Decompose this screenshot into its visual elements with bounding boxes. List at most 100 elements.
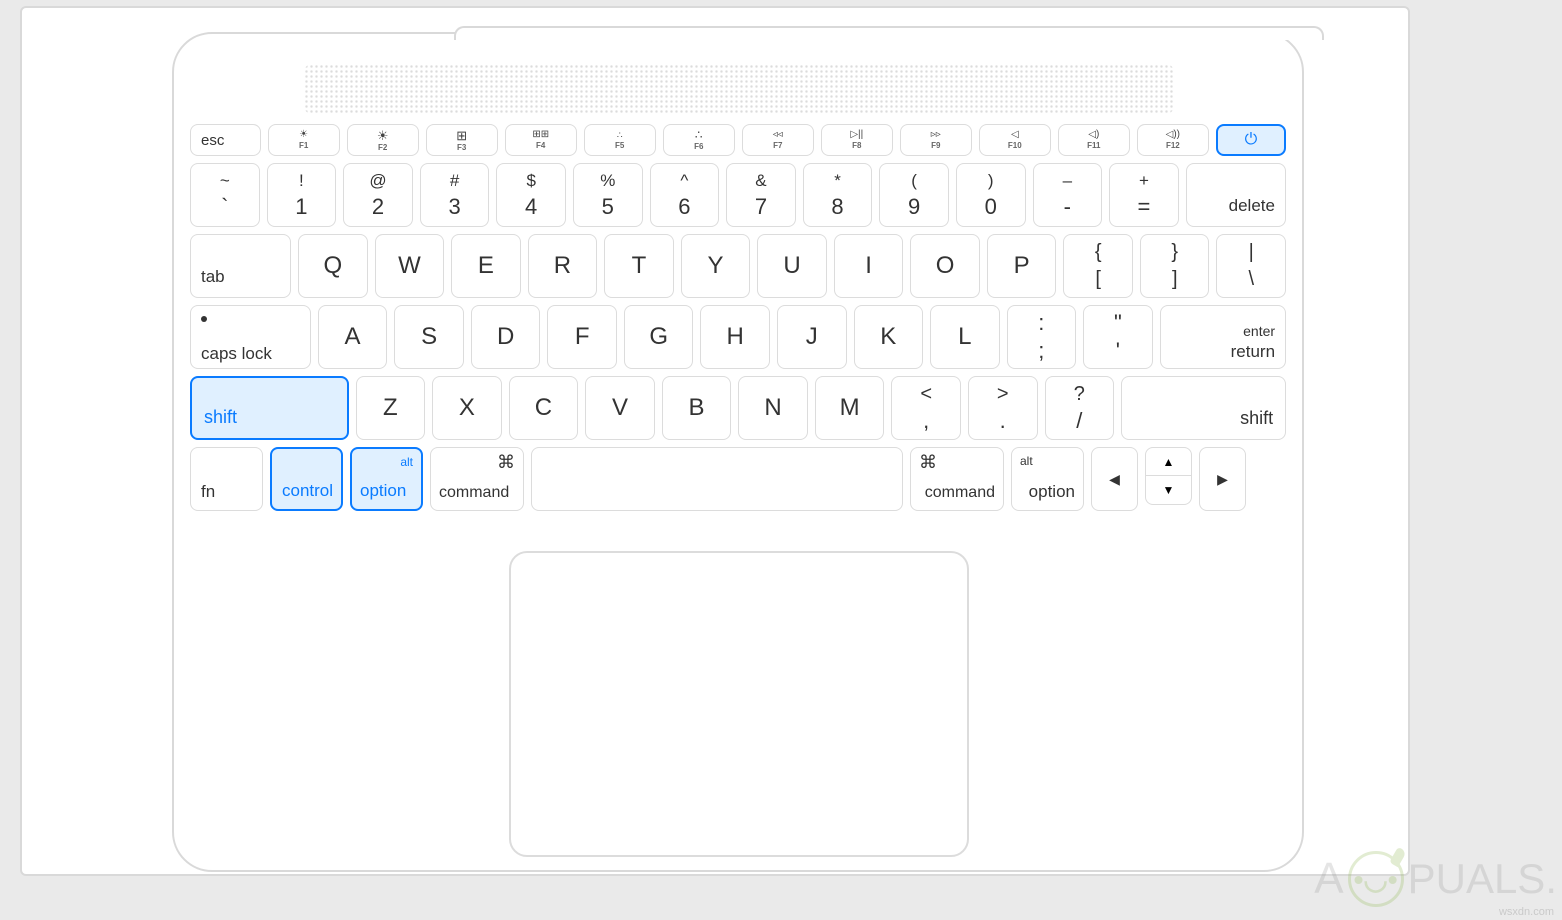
key-shift-left[interactable]: shift (190, 376, 349, 440)
home-row: caps lockA S DFGHJKL:;"'enterreturn (190, 305, 1286, 369)
key-escape[interactable]: esc (190, 124, 261, 156)
key-command-left[interactable]: ⌘command (430, 447, 524, 511)
key-control[interactable]: control (270, 447, 343, 511)
key-lower: ' (1116, 338, 1120, 364)
key-punct[interactable]: >. (968, 376, 1038, 440)
laptop-body: esc ☀︎F1 ☀F2 ⊞F3 ⊞⊞F4 ∴F5 ∴F6 ◃◃F7 ▷||F8… (172, 32, 1304, 872)
key-r[interactable]: R (528, 234, 598, 298)
key-delete[interactable]: delete (1186, 163, 1286, 227)
key-4[interactable]: $4 (496, 163, 566, 227)
key-punct[interactable]: "' (1083, 305, 1153, 369)
key-u[interactable]: U (757, 234, 827, 298)
key-upper: $ (526, 171, 535, 191)
key-a[interactable]: A (318, 305, 388, 369)
key-f4-launchpad[interactable]: ⊞⊞F4 (505, 124, 577, 156)
image-frame: esc ☀︎F1 ☀F2 ⊞F3 ⊞⊞F4 ∴F5 ∴F6 ◃◃F7 ▷||F8… (20, 6, 1410, 876)
trackpad[interactable] (509, 551, 969, 857)
key--[interactable]: –- (1033, 163, 1103, 227)
key-f2-brightness-up[interactable]: ☀F2 (347, 124, 419, 156)
key-p[interactable]: P (987, 234, 1057, 298)
shift-row: shiftZXCVBNM<,>.?/shift (190, 376, 1286, 440)
key-upper: ? (1074, 383, 1085, 406)
key-caps-lock[interactable]: caps lock (190, 305, 311, 369)
key-label: M (840, 394, 860, 422)
key-bracket[interactable]: {[ (1063, 234, 1133, 298)
key-label: V (612, 394, 628, 422)
key-1[interactable]: !1 (267, 163, 337, 227)
key-punct[interactable]: <, (891, 376, 961, 440)
key-n[interactable]: N (738, 376, 808, 440)
key-f12-volume-up[interactable]: ◁))F12 (1137, 124, 1209, 156)
key-label: option (352, 481, 406, 501)
key-q[interactable]: Q (298, 234, 368, 298)
key-power[interactable]: ⏻ (1216, 124, 1286, 156)
key-f1-brightness-down[interactable]: ☀︎F1 (268, 124, 340, 156)
key-f8-play-pause[interactable]: ▷||F8 (821, 124, 893, 156)
key-arrow-right[interactable]: ▶ (1199, 447, 1246, 511)
key-f7-rewind[interactable]: ◃◃F7 (742, 124, 814, 156)
key-v[interactable]: V (585, 376, 655, 440)
key-6[interactable]: ^6 (650, 163, 720, 227)
key-f3-mission-control[interactable]: ⊞F3 (426, 124, 498, 156)
key-f10-mute[interactable]: ◁F10 (979, 124, 1051, 156)
key-3[interactable]: #3 (420, 163, 490, 227)
key-j[interactable]: J (777, 305, 847, 369)
key-i[interactable]: I (834, 234, 904, 298)
key-punct[interactable]: ?/ (1045, 376, 1115, 440)
key-f9-fast-forward[interactable]: ▹▹F9 (900, 124, 972, 156)
key-z[interactable]: Z (356, 376, 426, 440)
kb-light-low-icon: ∴ (617, 131, 623, 140)
key-0[interactable]: )0 (956, 163, 1026, 227)
key-fn[interactable]: fn (190, 447, 263, 511)
key-d[interactable]: D (471, 305, 541, 369)
key-y[interactable]: Y (681, 234, 751, 298)
key-tab[interactable]: tab (190, 234, 291, 298)
key-f6-keyboard-light-up[interactable]: ∴F6 (663, 124, 735, 156)
key-x[interactable]: X (432, 376, 502, 440)
key-c[interactable]: C (509, 376, 579, 440)
key-k[interactable]: K (854, 305, 924, 369)
key-spacebar[interactable] (531, 447, 903, 511)
key-l[interactable]: L (930, 305, 1000, 369)
key-5[interactable]: %5 (573, 163, 643, 227)
key-upper: & (755, 171, 766, 191)
kb-light-high-icon: ∴ (695, 129, 703, 141)
key-s[interactable]: S (394, 305, 464, 369)
key-f[interactable]: F (547, 305, 617, 369)
key-return[interactable]: enterreturn (1160, 305, 1286, 369)
key-arrow-left[interactable]: ◀ (1091, 447, 1138, 511)
key-e[interactable]: E (451, 234, 521, 298)
key-2[interactable]: @2 (343, 163, 413, 227)
key-label: S (421, 323, 437, 351)
key-label: O (936, 252, 955, 280)
key-t[interactable]: T (604, 234, 674, 298)
key-label: C (535, 394, 552, 422)
key-label: W (398, 252, 421, 280)
key-f5-keyboard-light-down[interactable]: ∴F5 (584, 124, 656, 156)
key-8[interactable]: *8 (803, 163, 873, 227)
key-g[interactable]: G (624, 305, 694, 369)
key-bracket[interactable]: |\ (1216, 234, 1286, 298)
key-7[interactable]: &7 (726, 163, 796, 227)
watermark-logo-icon: •◡• (1348, 851, 1404, 907)
key-lower: 8 (831, 194, 843, 220)
key-arrow-down[interactable]: ▼ (1145, 476, 1192, 505)
key-f11-volume-down[interactable]: ◁)F11 (1058, 124, 1130, 156)
key-w[interactable]: W (375, 234, 445, 298)
key-option-right[interactable]: altoption (1011, 447, 1084, 511)
key-arrow-up[interactable]: ▲ (1145, 447, 1192, 476)
key-b[interactable]: B (662, 376, 732, 440)
key-=[interactable]: += (1109, 163, 1179, 227)
volume-down-icon: ◁) (1088, 130, 1099, 140)
key-h[interactable]: H (700, 305, 770, 369)
key-command-right[interactable]: ⌘command (910, 447, 1004, 511)
key-o[interactable]: O (910, 234, 980, 298)
alt-label: alt (400, 455, 413, 469)
key-9[interactable]: (9 (879, 163, 949, 227)
key-punct[interactable]: :; (1007, 305, 1077, 369)
key-shift-right[interactable]: shift (1121, 376, 1286, 440)
key-option-left[interactable]: alt option (350, 447, 423, 511)
key-m[interactable]: M (815, 376, 885, 440)
key-backtick[interactable]: ~` (190, 163, 260, 227)
key-bracket[interactable]: }] (1140, 234, 1210, 298)
